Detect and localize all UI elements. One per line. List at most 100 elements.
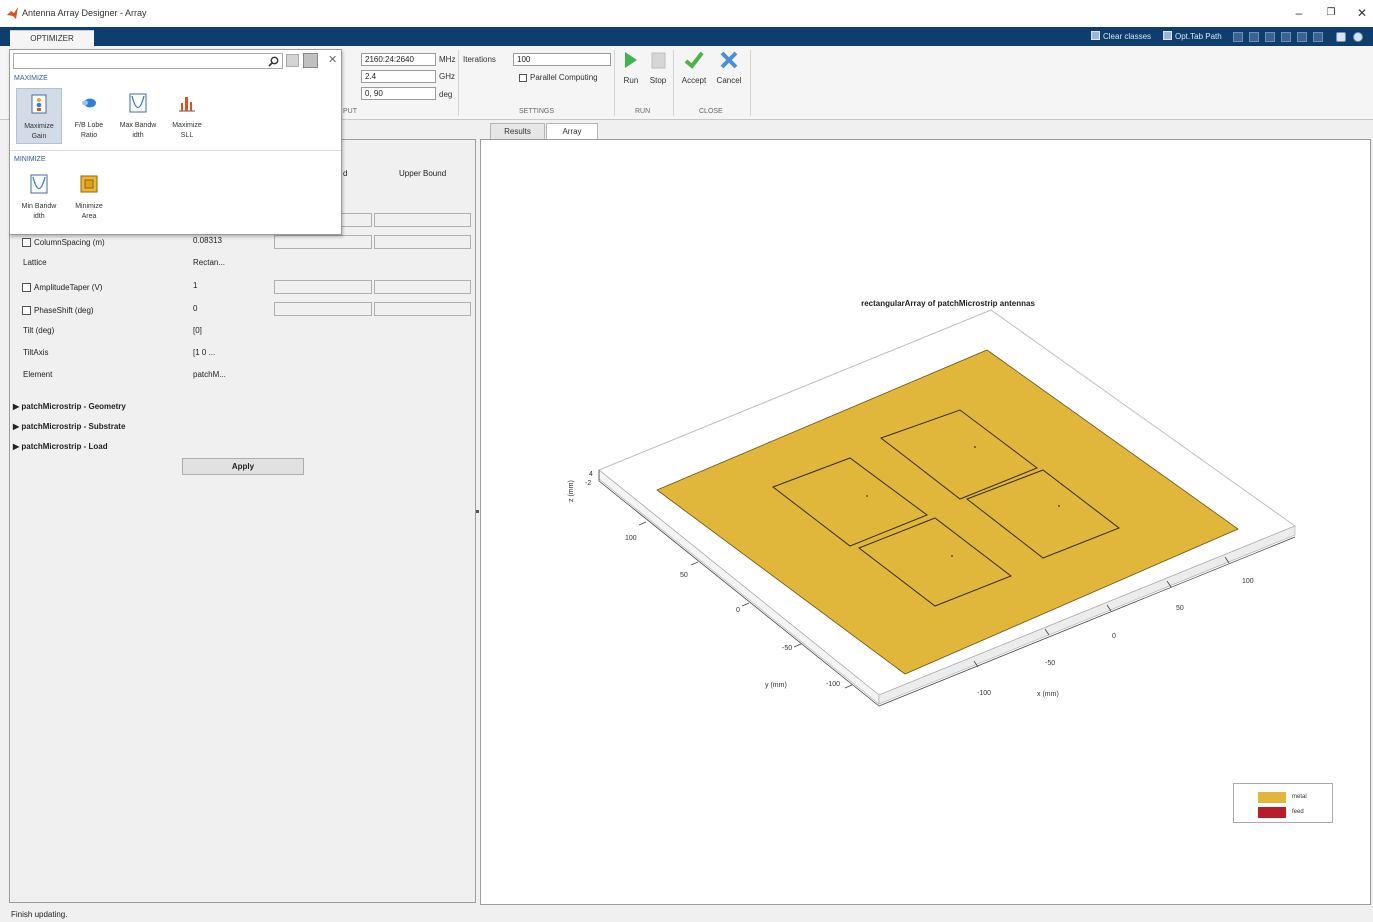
iterations-label: Iterations <box>463 55 496 64</box>
y-tick-label: 50 <box>680 572 688 579</box>
maximize-gain-item[interactable]: Maximize Gain <box>16 88 62 144</box>
maximize-category-header: MAXIMIZE <box>14 75 48 82</box>
upper-bound-input[interactable] <box>374 302 471 316</box>
clear-classes-button[interactable]: Clear classes <box>1091 30 1151 43</box>
run-label: Run <box>623 76 639 85</box>
upper-bound-input[interactable] <box>374 280 471 294</box>
opt-tab-path-label: Opt.Tab Path <box>1175 32 1222 41</box>
maximize-sll-item[interactable]: Maximize SLL <box>164 93 210 141</box>
tab-optimizer[interactable]: OPTIMIZER <box>10 30 94 47</box>
close-gallery-icon[interactable]: ✕ <box>328 53 337 66</box>
y-tick-label: -50 <box>782 645 792 652</box>
frequency-unit: MHz <box>439 55 456 64</box>
plot-title: rectangularArray of patchMicrostrip ante… <box>861 299 1035 308</box>
iterations-field[interactable]: 100 <box>513 53 611 66</box>
window-title: Antenna Array Designer - Array <box>22 8 147 18</box>
quick-access-copy-icon[interactable] <box>1265 32 1275 42</box>
property-value[interactable]: 0.08313 <box>193 236 222 245</box>
quick-access-redo-icon[interactable] <box>1313 32 1323 42</box>
y-tick <box>690 561 699 566</box>
run-play-icon <box>625 52 637 68</box>
property-value[interactable]: 1 <box>193 281 197 290</box>
z-axis-label: z (mm) <box>568 480 575 502</box>
help-icon[interactable] <box>1353 32 1363 42</box>
load-section-header[interactable]: ▶ patchMicrostrip - Load <box>13 442 108 451</box>
separator <box>458 50 459 116</box>
run-button[interactable]: Run <box>620 50 642 85</box>
quick-access-save-icon[interactable] <box>1233 32 1243 42</box>
gallery-search-input[interactable] <box>13 53 283 69</box>
gallery-item-label: Gain <box>31 133 47 140</box>
minimize-ribbon-icon[interactable] <box>1336 32 1346 42</box>
upper-bound-input[interactable] <box>374 235 471 249</box>
section-label: patchMicrostrip - Geometry <box>21 402 126 411</box>
area-icon <box>80 175 98 193</box>
quick-access-cut-icon[interactable] <box>1249 32 1259 42</box>
column-spacing-row[interactable]: ColumnSpacing (m) <box>22 238 105 247</box>
lower-bound-input[interactable] <box>274 280 372 294</box>
cancel-label: Cancel <box>716 76 742 85</box>
x-tick-label: 100 <box>1242 578 1254 585</box>
z-tick-label: 4 <box>589 471 593 478</box>
gallery-item-label: Max Bandw <box>119 122 157 129</box>
geometry-section-header[interactable]: ▶ patchMicrostrip - Geometry <box>13 402 126 411</box>
upper-bound-header: Upper Bound <box>399 169 447 178</box>
section-label: patchMicrostrip - Substrate <box>21 422 126 431</box>
property-label: Element <box>23 370 53 379</box>
restore-button[interactable]: ❐ <box>1323 5 1339 21</box>
property-value[interactable]: Rectan... <box>193 258 225 267</box>
array-plot-panel: rectangularArray of patchMicrostrip ante… <box>480 139 1371 905</box>
title-bar: Antenna Array Designer - Array – ❐ ✕ <box>0 0 1373 27</box>
substrate-section-header[interactable]: ▶ patchMicrostrip - Substrate <box>13 422 125 431</box>
separator <box>614 50 615 116</box>
lower-bound-input[interactable] <box>274 235 372 249</box>
property-value[interactable]: 0 <box>193 304 197 313</box>
grid-view-icon[interactable] <box>303 53 318 68</box>
y-tick-label: 100 <box>625 535 637 542</box>
amplitude-taper-row[interactable]: AmplitudeTaper (V) <box>22 283 102 292</box>
separator <box>750 50 751 116</box>
apply-button[interactable]: Apply <box>182 458 304 475</box>
quick-access-paste-icon[interactable] <box>1281 32 1291 42</box>
settings-section-label: SETTINGS <box>519 108 555 115</box>
section-label: patchMicrostrip - Load <box>21 442 108 451</box>
lower-bound-input[interactable] <box>274 302 372 316</box>
accept-button[interactable]: Accept <box>679 50 709 85</box>
stop-button[interactable]: Stop <box>647 50 669 85</box>
minimize-area-item[interactable]: Minimize Area <box>66 174 112 222</box>
cancel-button[interactable]: Cancel <box>714 50 744 85</box>
property-panel: d Upper Bound ColumnSpacing (m) 0.08313 … <box>9 139 476 903</box>
phase-shift-row[interactable]: PhaseShift (deg) <box>22 306 94 315</box>
clear-classes-label: Clear classes <box>1103 32 1152 41</box>
property-value[interactable]: patchM... <box>193 370 226 379</box>
property-label: ColumnSpacing (m) <box>34 238 105 247</box>
lower-bound-header-fragment: d <box>343 169 348 178</box>
parallel-computing-checkbox[interactable]: Parallel Computing <box>519 72 598 82</box>
property-value[interactable]: [0] <box>193 326 202 335</box>
feed-point <box>974 446 976 448</box>
opt-tab-path-button[interactable]: Opt.Tab Path <box>1163 30 1222 43</box>
min-bandwidth-item[interactable]: Min Bandw idth <box>16 174 62 222</box>
direction-field[interactable]: 0, 90 <box>361 87 436 100</box>
gallery-item-label: F/B Lobe <box>74 122 104 129</box>
y-tick <box>793 643 802 648</box>
upper-bound-input[interactable] <box>374 213 471 227</box>
property-label: Lattice <box>23 258 47 267</box>
property-label: TiltAxis <box>23 348 49 357</box>
minimize-button[interactable]: – <box>1291 5 1307 21</box>
property-value[interactable]: [1 0 ... <box>193 348 215 357</box>
clear-classes-icon <box>1091 31 1100 40</box>
close-window-button[interactable]: ✕ <box>1354 5 1370 21</box>
center-frequency-unit: GHz <box>439 72 455 81</box>
panel-splitter-handle[interactable] <box>476 510 479 513</box>
fb-lobe-ratio-item[interactable]: F/B Lobe Ratio <box>66 93 112 141</box>
checkbox-icon <box>22 306 31 315</box>
list-view-icon[interactable] <box>286 54 299 67</box>
quick-access-undo-icon[interactable] <box>1297 32 1307 42</box>
plot-legend[interactable]: metal feed <box>1233 783 1333 823</box>
direction-unit: deg <box>439 90 453 99</box>
y-tick <box>638 521 647 526</box>
max-bandwidth-item[interactable]: Max Bandw idth <box>115 93 161 141</box>
frequency-range-field[interactable]: 2160:24:2640 <box>361 53 436 66</box>
center-frequency-field[interactable]: 2.4 <box>361 70 436 83</box>
